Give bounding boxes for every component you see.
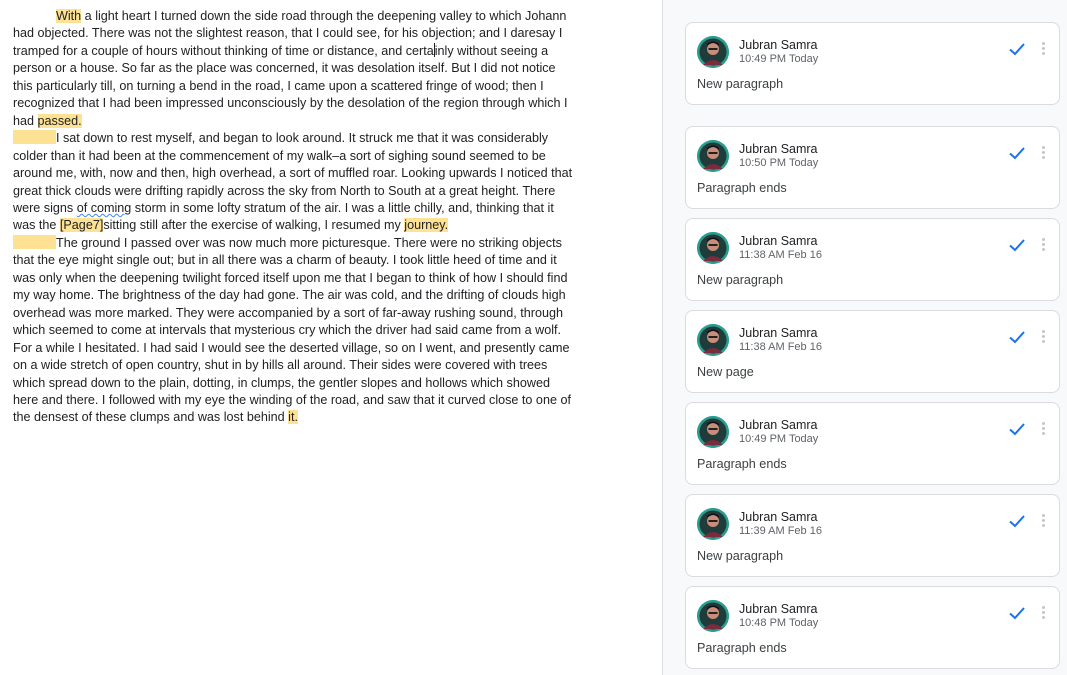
comment-timestamp: 11:39 AM Feb 16 [739,525,822,537]
user-avatar [697,36,729,68]
more-vert-icon[interactable] [1039,512,1047,530]
comment-text: Paragraph ends [697,181,787,195]
paragraph-text: sitting still after the exercise of walk… [103,218,405,233]
commented-indent[interactable] [13,130,56,145]
document-area[interactable]: With a light heart I turned down the sid… [0,0,662,675]
user-avatar [697,324,729,356]
comments-sidebar: Jubran Samra 10:49 PM Today New paragrap… [663,0,1067,675]
paragraph-text: The ground I passed over was now much mo… [13,235,571,425]
commented-text[interactable]: With [56,9,82,23]
comment-timestamp: 10:48 PM Today [739,617,819,629]
comment-timestamp: 11:38 AM Feb 16 [739,341,822,353]
comment-timestamp: 10:49 PM Today [739,433,819,445]
check-icon[interactable] [1007,603,1027,623]
comment-text: Paragraph ends [697,457,787,471]
comment-text: New paragraph [697,273,784,287]
more-vert-icon[interactable] [1039,420,1047,438]
comment-card[interactable]: Jubran Samra 10:48 PM Today Paragraph en… [685,586,1060,669]
check-icon[interactable] [1007,419,1027,439]
commented-indent[interactable] [13,234,56,249]
paragraph-2[interactable]: I sat down to rest myself, and began to … [13,130,578,235]
paragraph-1[interactable]: With a light heart I turned down the sid… [13,8,578,130]
comment-timestamp: 10:49 PM Today [739,53,819,65]
comment-card[interactable]: Jubran Samra 11:39 AM Feb 16 New paragra… [685,494,1060,577]
user-avatar [697,232,729,264]
more-vert-icon[interactable] [1039,40,1047,58]
commented-text[interactable]: [Page7] [59,218,104,233]
more-vert-icon[interactable] [1039,236,1047,254]
document-body[interactable]: With a light heart I turned down the sid… [13,8,578,427]
check-icon[interactable] [1007,327,1027,347]
comment-card[interactable]: Jubran Samra 10:50 PM Today Paragraph en… [685,126,1060,209]
comment-card[interactable]: Jubran Samra 10:49 PM Today Paragraph en… [685,402,1060,485]
more-vert-icon[interactable] [1039,604,1047,622]
comment-card[interactable]: Jubran Samra 11:38 AM Feb 16 New paragra… [685,218,1060,301]
check-icon[interactable] [1007,511,1027,531]
check-icon[interactable] [1007,39,1027,59]
comment-author: Jubran Samra [739,326,818,340]
comment-card[interactable]: Jubran Samra 10:49 PM Today New paragrap… [685,22,1060,105]
comment-timestamp: 10:50 PM Today [739,157,819,169]
comment-card[interactable]: Jubran Samra 11:38 AM Feb 16 New page [685,310,1060,393]
comment-text: New paragraph [697,549,784,563]
more-vert-icon[interactable] [1039,328,1047,346]
commented-text[interactable]: it. [288,410,298,425]
comment-author: Jubran Samra [739,38,818,52]
comment-text: Paragraph ends [697,641,787,655]
commented-text[interactable]: journey. [404,218,449,233]
check-icon[interactable] [1007,235,1027,255]
user-avatar [697,416,729,448]
comment-author: Jubran Samra [739,510,818,524]
user-avatar [697,600,729,632]
spelling-suggestion[interactable]: of coming [77,201,132,215]
comment-author: Jubran Samra [739,142,818,156]
comment-timestamp: 11:38 AM Feb 16 [739,249,822,261]
user-avatar [697,508,729,540]
more-vert-icon[interactable] [1039,144,1047,162]
comment-text: New page [697,365,754,379]
commented-text[interactable]: passed. [37,113,82,128]
comment-text: New paragraph [697,77,784,91]
check-icon[interactable] [1007,143,1027,163]
comment-author: Jubran Samra [739,418,818,432]
comment-author: Jubran Samra [739,602,818,616]
user-avatar [697,140,729,172]
comment-author: Jubran Samra [739,234,818,248]
paragraph-3[interactable]: The ground I passed over was now much mo… [13,234,578,427]
